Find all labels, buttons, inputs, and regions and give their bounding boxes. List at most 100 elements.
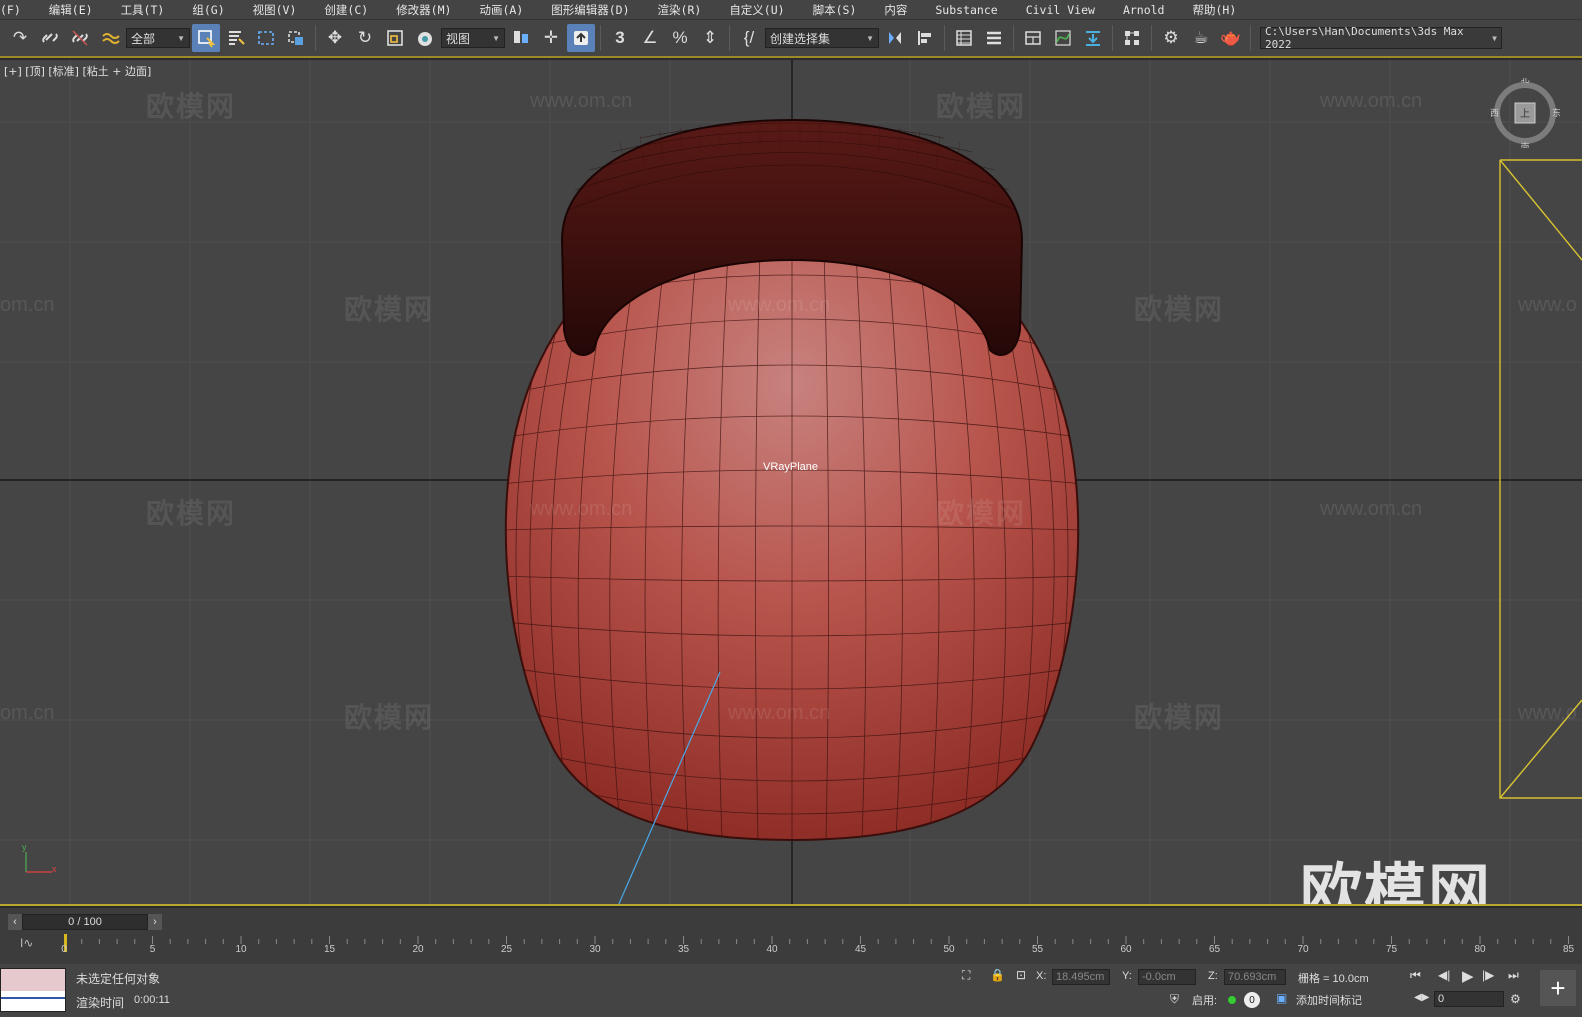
menu-item[interactable]: 自定义(U)	[715, 0, 798, 20]
curve-editor-icon[interactable]	[1049, 24, 1077, 52]
rendered-frame-icon[interactable]: ☕	[1187, 24, 1215, 52]
mirror-icon[interactable]	[881, 24, 909, 52]
scene-explorer-icon[interactable]	[950, 24, 978, 52]
edit-named-selection-icon[interactable]: {/	[735, 24, 763, 52]
render-production-icon[interactable]: 🫖	[1217, 24, 1245, 52]
menubar: (F) 编辑(E) 工具(T) 组(G) 视图(V) 创建(C) 修改器(M) 动画(A) 图形…	[0, 0, 1582, 20]
viewcube[interactable]: 北 南 西 东 上	[1490, 74, 1561, 153]
y-coord-field[interactable]: -0.0cm	[1138, 969, 1196, 985]
schematic-view-icon[interactable]	[1079, 24, 1107, 52]
menu-item[interactable]: 脚本(S)	[799, 0, 871, 20]
pivot-center-icon[interactable]	[507, 24, 535, 52]
add-time-tag-button[interactable]: 添加时间标记	[1296, 992, 1362, 1008]
time-tag-icon[interactable]: ▣	[1276, 991, 1287, 1005]
track-bar-tick-label: 55	[1031, 944, 1044, 955]
x-coord-field[interactable]: 18.495cm	[1052, 969, 1110, 985]
prev-frame-icon[interactable]: ◀|	[1438, 968, 1450, 982]
object-name-label: VRayPlane	[763, 461, 819, 473]
rotate-icon[interactable]: ↻	[351, 24, 379, 52]
watermark: 欧模网	[146, 91, 237, 122]
watermark: 欧模网	[344, 702, 435, 733]
enable-count-badge[interactable]: 0	[1244, 992, 1260, 1008]
snap-3d-icon[interactable]: 3	[606, 24, 634, 52]
time-config-icon[interactable]: ⚙	[1510, 992, 1521, 1006]
goto-end-icon[interactable]: ⏭	[1508, 968, 1519, 983]
project-path-field[interactable]: C:\Users\Han\Documents\3ds Max 2022 ▼	[1260, 25, 1502, 51]
viewport-label[interactable]: [+] [顶] [标准] [粘土 + 边面]	[4, 63, 151, 79]
toggle-ribbon-icon[interactable]	[1019, 24, 1047, 52]
select-manipulate-icon[interactable]: ✛	[537, 24, 565, 52]
menu-item[interactable]: 视图(V)	[239, 0, 311, 20]
ref-coord-dropdown[interactable]: 视图 ▼	[441, 28, 505, 48]
menu-item[interactable]: 编辑(E)	[35, 0, 107, 20]
keyboard-shortcut-override-icon[interactable]	[567, 24, 595, 52]
watermark-url: www.om.cn	[728, 294, 831, 316]
menu-item[interactable]: 内容	[870, 0, 921, 20]
redo-icon[interactable]: ↷	[6, 24, 34, 52]
place-icon[interactable]	[411, 24, 439, 52]
menu-item[interactable]: 渲染(R)	[644, 0, 716, 20]
scale-icon[interactable]	[381, 24, 409, 52]
shield-icon[interactable]: ⛨	[1170, 992, 1179, 1007]
toolbar-separator	[1112, 25, 1113, 51]
menu-item[interactable]: 动画(A)	[465, 0, 537, 20]
next-frame-icon[interactable]: |▶	[1482, 968, 1494, 982]
track-bar[interactable]: 0 5 10 15 20 25 30 35 40 45 50 55 60 65 70 75 80 85	[61, 934, 1574, 960]
play-icon[interactable]: ▶	[1462, 967, 1474, 985]
maxscript-listener[interactable]	[0, 968, 66, 1012]
layer-explorer-icon[interactable]	[980, 24, 1008, 52]
rect-region-icon[interactable]	[252, 24, 280, 52]
selection-filter-dropdown[interactable]: 全部 ▼	[126, 28, 190, 48]
menu-item[interactable]: 工具(T)	[107, 0, 179, 20]
select-by-name-icon[interactable]	[222, 24, 250, 52]
align-icon[interactable]	[911, 24, 939, 52]
viewport-top[interactable]: y x [+] [顶] [标准] [粘土 + 边面] 欧模网 www.om.cn…	[0, 60, 1582, 906]
watermark-url: om.cn	[0, 294, 55, 316]
track-bar-tick-label: 45	[854, 944, 867, 955]
z-coord-field[interactable]: 70.693cm	[1224, 969, 1286, 985]
grid-size-label: 栅格 = 10.0cm	[1298, 973, 1369, 985]
menu-item[interactable]: 组(G)	[178, 0, 238, 20]
material-editor-icon[interactable]	[1118, 24, 1146, 52]
window-crossing-icon[interactable]	[282, 24, 310, 52]
render-time-value: 0:00:11	[134, 994, 170, 1006]
time-slider-prev-icon[interactable]: ‹	[8, 914, 22, 930]
absolute-mode-icon[interactable]: ⊡	[1016, 968, 1026, 982]
angle-snap-icon[interactable]: ∠	[636, 24, 664, 52]
menu-item[interactable]: (F)	[0, 0, 35, 20]
selection-lock-icon[interactable]: 🔒	[990, 968, 1005, 982]
mini-curve-editor-icon[interactable]: I∿	[20, 936, 33, 950]
menu-item[interactable]: Arnold	[1109, 0, 1179, 20]
x-label: X:	[1036, 970, 1047, 982]
key-mode-icon[interactable]: ◀▶	[1414, 992, 1429, 1003]
menu-item[interactable]: Substance	[921, 0, 1011, 20]
menu-item[interactable]: 修改器(M)	[382, 0, 465, 20]
app-window: (F) 编辑(E) 工具(T) 组(G) 视图(V) 创建(C) 修改器(M) 动画(A) 图形…	[0, 0, 1582, 1017]
move-icon[interactable]: ✥	[321, 24, 349, 52]
select-object-icon[interactable]	[192, 24, 220, 52]
bind-spacewarp-icon[interactable]	[96, 24, 124, 52]
status-bar: 未选定任何对象 渲染时间 0:00:11 ⛶ 🔒 ⊡ X: 18.495cm Y…	[0, 964, 1582, 1017]
named-selection-dropdown[interactable]: 创建选择集 ▼	[765, 28, 879, 48]
percent-snap-icon[interactable]: %	[666, 24, 694, 52]
current-frame-field[interactable]: 0	[1434, 991, 1504, 1007]
isolate-selection-icon[interactable]: ⛶	[962, 968, 970, 983]
menu-item[interactable]: 图形编辑器(D)	[537, 0, 643, 20]
create-key-button[interactable]: +	[1540, 970, 1576, 1006]
menu-item[interactable]: 帮助(H)	[1178, 0, 1250, 20]
spinner-snap-icon[interactable]: ⇕	[696, 24, 724, 52]
menu-item[interactable]: Civil View	[1012, 0, 1109, 20]
track-bar-tick-label: 50	[943, 944, 955, 955]
time-slider-next-icon[interactable]: ›	[148, 914, 162, 930]
toolbar-separator	[315, 25, 316, 51]
track-bar-ticks	[62, 934, 1569, 952]
render-time-label: 渲染时间	[76, 996, 125, 1010]
render-setup-icon[interactable]: ⚙	[1157, 24, 1185, 52]
viewcube-west-label: 西	[1490, 108, 1499, 119]
link-icon[interactable]	[36, 24, 64, 52]
time-slider-value[interactable]: 0 / 100	[22, 914, 148, 930]
menu-item[interactable]: 创建(C)	[310, 0, 382, 20]
unlink-icon[interactable]	[66, 24, 94, 52]
time-slider[interactable]: ‹ 0 / 100 ›	[8, 914, 162, 930]
goto-start-icon[interactable]: ⏮	[1410, 968, 1421, 983]
